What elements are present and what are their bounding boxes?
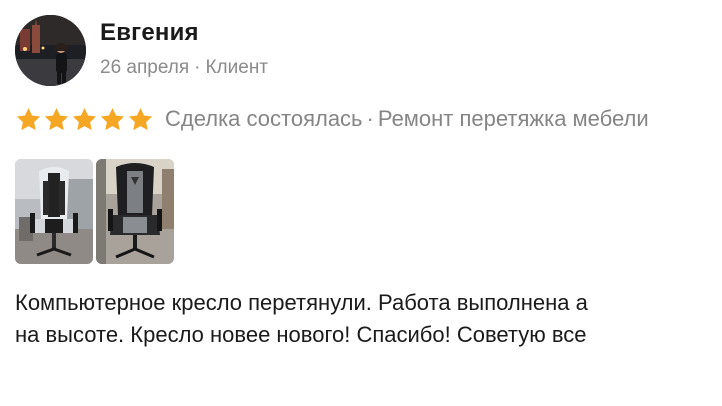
review-date: 26 апреля: [100, 57, 190, 78]
review-photos: [15, 159, 174, 264]
star-icon: [100, 107, 125, 130]
avatar-photo-icon: [15, 15, 86, 86]
deal-status: Сделка состоялась: [165, 106, 363, 131]
star-rating: [15, 106, 154, 133]
meta-separator: ·: [194, 57, 201, 78]
star-icon: [128, 107, 153, 130]
review-text-line: Компьютерное кресло перетянули. Работа в…: [15, 290, 588, 315]
author-name[interactable]: Евгения: [100, 19, 199, 47]
review-card: Евгения 26 апреля · Клиент Сделка состояла…: [0, 0, 722, 406]
deal-separator: ·: [366, 106, 374, 131]
star-icon: [16, 107, 41, 130]
avatar[interactable]: [15, 15, 86, 86]
review-text: Компьютерное кресло перетянули. Работа в…: [15, 287, 722, 351]
star-icon: [44, 107, 69, 130]
review-meta: 26 апреля · Клиент: [100, 57, 268, 79]
review-text-line: на высоте. Кресло новее нового! Спасибо!…: [15, 322, 587, 347]
service-name[interactable]: Ремонт перетяжка мебели: [378, 106, 649, 131]
star-icon: [72, 107, 97, 130]
rating-row: Сделка состоялась · Ремонт перетяжка мебел…: [15, 104, 649, 134]
author-role: Клиент: [205, 57, 269, 78]
deal-info: Сделка состоялась · Ремонт перетяжка мебел…: [165, 106, 649, 132]
chair-photo-1[interactable]: [15, 159, 93, 264]
chair-photo-2[interactable]: [96, 159, 174, 264]
